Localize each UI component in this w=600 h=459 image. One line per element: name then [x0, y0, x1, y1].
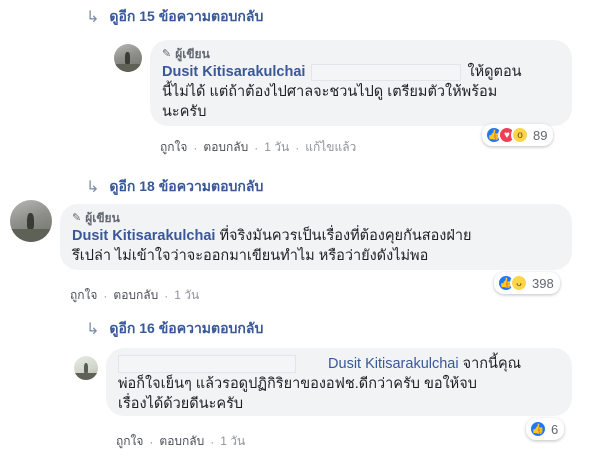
redacted-name-block [311, 63, 462, 81]
like-icon: 👍 [529, 420, 547, 438]
reply-button[interactable]: ตอบกลับ [203, 138, 248, 157]
author-badge: ✎ ผู้เขียน [162, 46, 560, 62]
wow-icon: o [511, 126, 529, 144]
comment-text: ที่จริงมันควรเป็นเรื่องที่ต้องคุยกันสองฝ… [219, 228, 472, 244]
reaction-summary[interactable]: 👍 6 [526, 418, 565, 440]
comment-author-name[interactable]: Dusit Kitisarakulchai [72, 228, 215, 244]
timestamp-link[interactable]: 1 วัน [220, 432, 245, 451]
view-replies-link[interactable]: ↳ ดูอีก 15 ข้อความตอบกลับ [86, 6, 263, 28]
comment-text: ให้ดูตอน [467, 64, 522, 80]
comment-text-line-3: นะครับ [162, 104, 207, 120]
reaction-count: 89 [533, 127, 548, 143]
reaction-count: 6 [551, 421, 559, 437]
comment-author-name[interactable]: Dusit Kitisarakulchai [162, 64, 305, 80]
timestamp-link[interactable]: 1 วัน [264, 138, 289, 157]
reply-arrow-icon: ↳ [86, 321, 100, 338]
view-replies-label: ดูอีก 18 ข้อความตอบกลับ [109, 178, 264, 194]
reaction-summary[interactable]: 👍 ᴗ 398 [494, 272, 560, 294]
mention-link[interactable]: Dusit Kitisarakulchai [328, 356, 459, 372]
comment-actions: ถูกใจ · ตอบกลับ · 1 วัน [116, 432, 245, 451]
comment-text-line-1: Dusit Kitisarakulchai ที่จริงมันควรเป็นเ… [72, 226, 560, 246]
avatar[interactable] [114, 44, 142, 72]
pencil-icon: ✎ [72, 212, 82, 224]
reaction-count: 398 [532, 275, 554, 291]
view-replies-label: ดูอีก 15 ข้อความตอบกลับ [109, 8, 264, 24]
comment-text-line-1: Dusit Kitisarakulchai จากนี้คุณ [118, 354, 560, 374]
view-replies-link[interactable]: ↳ ดูอีก 18 ข้อความตอบกลับ [86, 176, 263, 198]
comment-text: จากนี้คุณ [462, 356, 522, 372]
timestamp-link[interactable]: 1 วัน [174, 286, 199, 305]
separator-dot: · [149, 434, 154, 449]
separator-dot: · [210, 434, 215, 449]
separator-dot: · [103, 288, 108, 303]
author-badge-label: ผู้เขียน [85, 211, 120, 225]
author-badge-label: ผู้เขียน [175, 47, 210, 61]
avatar[interactable] [74, 356, 98, 380]
reply-button[interactable]: ตอบกลับ [113, 286, 158, 305]
edited-label[interactable]: แก้ไขแล้ว [305, 138, 356, 157]
comment-text-line-2: พ่อก็ใจเย็นๆ แล้วรอดูปฏิกิริยาของอฟช.ดีก… [118, 376, 477, 392]
avatar[interactable] [10, 200, 52, 242]
comment-text-line-2: รึเปล่า ไม่เข้าใจว่าจะออกมาเขียนทำไม หรื… [72, 248, 429, 264]
reaction-summary[interactable]: 👍 ♥ o 89 [482, 124, 554, 146]
like-button[interactable]: ถูกใจ [116, 432, 143, 451]
separator-dot: · [164, 288, 169, 303]
comment-bubble: ✎ ผู้เขียน Dusit Kitisarakulchai ที่จริง… [60, 204, 572, 270]
view-replies-link[interactable]: ↳ ดูอีก 16 ข้อความตอบกลับ [86, 318, 263, 340]
separator-dot: · [193, 140, 198, 155]
reply-arrow-icon: ↳ [86, 9, 100, 26]
separator-dot: · [254, 140, 259, 155]
like-button[interactable]: ถูกใจ [160, 138, 187, 157]
comment-text-line-2: นี้ไม่ได้ แต่ถ้าต้องไปศาลจะชวนไปดู เตรีย… [162, 84, 498, 100]
comment-text-line-3: เรื่องได้ด้วยดีนะครับ [118, 396, 244, 412]
reply-arrow-icon: ↳ [86, 179, 100, 196]
like-button[interactable]: ถูกใจ [70, 286, 97, 305]
redacted-name-block [118, 355, 296, 374]
comment-bubble: ✎ ผู้เขียน Dusit Kitisarakulchai ให้ดูตอ… [150, 40, 572, 126]
separator-dot: · [295, 140, 300, 155]
reply-button[interactable]: ตอบกลับ [159, 432, 204, 451]
pencil-icon: ✎ [162, 48, 172, 60]
comment-bubble: Dusit Kitisarakulchai จากนี้คุณ พ่อก็ใจเ… [106, 348, 572, 416]
comment-text-line-1: Dusit Kitisarakulchai ให้ดูตอน [162, 62, 560, 82]
view-replies-label: ดูอีก 16 ข้อความตอบกลับ [109, 320, 264, 336]
comment-actions: ถูกใจ · ตอบกลับ · 1 วัน · แก้ไขแล้ว [160, 138, 356, 157]
comment-actions: ถูกใจ · ตอบกลับ · 1 วัน [70, 286, 199, 305]
author-badge: ✎ ผู้เขียน [72, 210, 560, 226]
haha-icon: ᴗ [510, 274, 528, 292]
